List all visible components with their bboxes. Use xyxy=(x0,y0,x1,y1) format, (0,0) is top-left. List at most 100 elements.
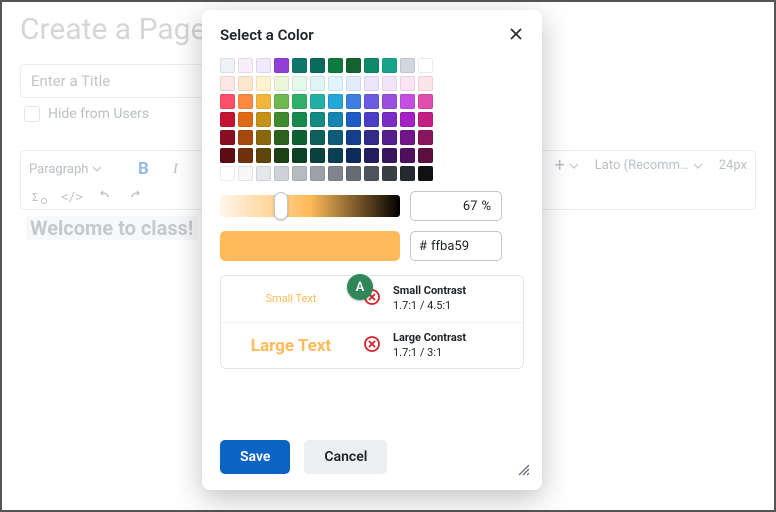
color-swatch[interactable] xyxy=(220,148,235,163)
color-swatch[interactable] xyxy=(346,76,361,91)
color-swatch[interactable] xyxy=(310,130,325,145)
modal-title: Select a Color xyxy=(220,26,524,44)
small-contrast-title: Small Contrast xyxy=(393,284,466,299)
color-swatch[interactable] xyxy=(292,112,307,127)
color-swatch[interactable] xyxy=(382,94,397,109)
resize-handle-icon[interactable] xyxy=(516,461,530,480)
color-swatch[interactable] xyxy=(292,76,307,91)
color-swatch[interactable] xyxy=(400,148,415,163)
color-swatch[interactable] xyxy=(328,148,343,163)
color-swatch[interactable] xyxy=(256,58,271,73)
fail-icon xyxy=(363,335,381,357)
color-swatch[interactable] xyxy=(346,130,361,145)
color-swatch[interactable] xyxy=(346,166,361,181)
color-swatch[interactable] xyxy=(238,130,253,145)
color-swatch[interactable] xyxy=(418,58,433,73)
hex-prefix: # xyxy=(419,239,427,254)
color-swatch[interactable] xyxy=(256,76,271,91)
color-swatch[interactable] xyxy=(382,58,397,73)
save-button[interactable]: Save xyxy=(220,440,290,474)
color-swatch[interactable] xyxy=(310,112,325,127)
color-swatch[interactable] xyxy=(238,166,253,181)
color-swatch[interactable] xyxy=(382,76,397,91)
color-swatch[interactable] xyxy=(220,166,235,181)
color-swatch[interactable] xyxy=(364,148,379,163)
color-swatch[interactable] xyxy=(328,112,343,127)
color-swatch[interactable] xyxy=(364,166,379,181)
hex-input[interactable]: # ffba59 xyxy=(410,231,502,261)
opacity-input[interactable]: 67 % xyxy=(410,191,502,221)
swatch-grid xyxy=(220,58,524,181)
color-swatch[interactable] xyxy=(274,76,289,91)
color-swatch[interactable] xyxy=(274,94,289,109)
color-swatch[interactable] xyxy=(256,130,271,145)
color-swatch[interactable] xyxy=(220,94,235,109)
close-button[interactable] xyxy=(506,24,526,44)
color-swatch[interactable] xyxy=(418,112,433,127)
large-contrast-value: 1.7:1 / 3:1 xyxy=(393,346,466,361)
color-swatch[interactable] xyxy=(418,166,433,181)
color-swatch[interactable] xyxy=(238,148,253,163)
color-swatch[interactable] xyxy=(382,148,397,163)
color-swatch[interactable] xyxy=(238,76,253,91)
color-swatch[interactable] xyxy=(400,58,415,73)
opacity-value: 67 xyxy=(463,199,478,214)
color-swatch[interactable] xyxy=(346,148,361,163)
color-swatch[interactable] xyxy=(310,76,325,91)
color-swatch[interactable] xyxy=(310,94,325,109)
color-swatch[interactable] xyxy=(220,76,235,91)
color-swatch[interactable] xyxy=(400,130,415,145)
color-swatch[interactable] xyxy=(328,166,343,181)
color-swatch[interactable] xyxy=(328,130,343,145)
color-swatch[interactable] xyxy=(292,130,307,145)
color-swatch[interactable] xyxy=(292,148,307,163)
color-swatch[interactable] xyxy=(328,76,343,91)
color-swatch[interactable] xyxy=(364,130,379,145)
color-swatch[interactable] xyxy=(238,94,253,109)
color-swatch[interactable] xyxy=(220,112,235,127)
cancel-button[interactable]: Cancel xyxy=(304,440,387,474)
color-swatch[interactable] xyxy=(364,58,379,73)
color-swatch[interactable] xyxy=(364,94,379,109)
color-swatch[interactable] xyxy=(328,94,343,109)
color-swatch[interactable] xyxy=(220,58,235,73)
color-swatch[interactable] xyxy=(256,112,271,127)
color-swatch[interactable] xyxy=(346,58,361,73)
color-swatch[interactable] xyxy=(418,148,433,163)
color-swatch[interactable] xyxy=(310,58,325,73)
color-swatch[interactable] xyxy=(346,112,361,127)
color-swatch[interactable] xyxy=(238,112,253,127)
color-swatch[interactable] xyxy=(310,148,325,163)
lightness-slider[interactable] xyxy=(220,195,400,217)
color-swatch[interactable] xyxy=(274,166,289,181)
color-swatch[interactable] xyxy=(400,112,415,127)
color-swatch[interactable] xyxy=(382,166,397,181)
color-swatch[interactable] xyxy=(274,58,289,73)
color-swatch[interactable] xyxy=(418,130,433,145)
color-swatch[interactable] xyxy=(400,76,415,91)
color-swatch[interactable] xyxy=(364,76,379,91)
close-icon xyxy=(506,24,526,44)
color-swatch[interactable] xyxy=(220,130,235,145)
color-swatch[interactable] xyxy=(274,148,289,163)
color-swatch[interactable] xyxy=(418,94,433,109)
color-swatch[interactable] xyxy=(292,166,307,181)
color-swatch[interactable] xyxy=(400,94,415,109)
color-swatch[interactable] xyxy=(328,58,343,73)
color-swatch[interactable] xyxy=(274,130,289,145)
color-swatch[interactable] xyxy=(292,58,307,73)
color-swatch[interactable] xyxy=(310,166,325,181)
color-swatch[interactable] xyxy=(256,166,271,181)
color-swatch[interactable] xyxy=(382,112,397,127)
color-swatch[interactable] xyxy=(382,130,397,145)
color-swatch[interactable] xyxy=(292,94,307,109)
color-swatch[interactable] xyxy=(256,94,271,109)
color-swatch[interactable] xyxy=(274,112,289,127)
color-swatch[interactable] xyxy=(418,76,433,91)
color-swatch[interactable] xyxy=(256,148,271,163)
color-swatch[interactable] xyxy=(364,112,379,127)
color-swatch[interactable] xyxy=(400,166,415,181)
color-swatch[interactable] xyxy=(238,58,253,73)
slider-thumb[interactable] xyxy=(274,192,288,220)
color-swatch[interactable] xyxy=(346,94,361,109)
